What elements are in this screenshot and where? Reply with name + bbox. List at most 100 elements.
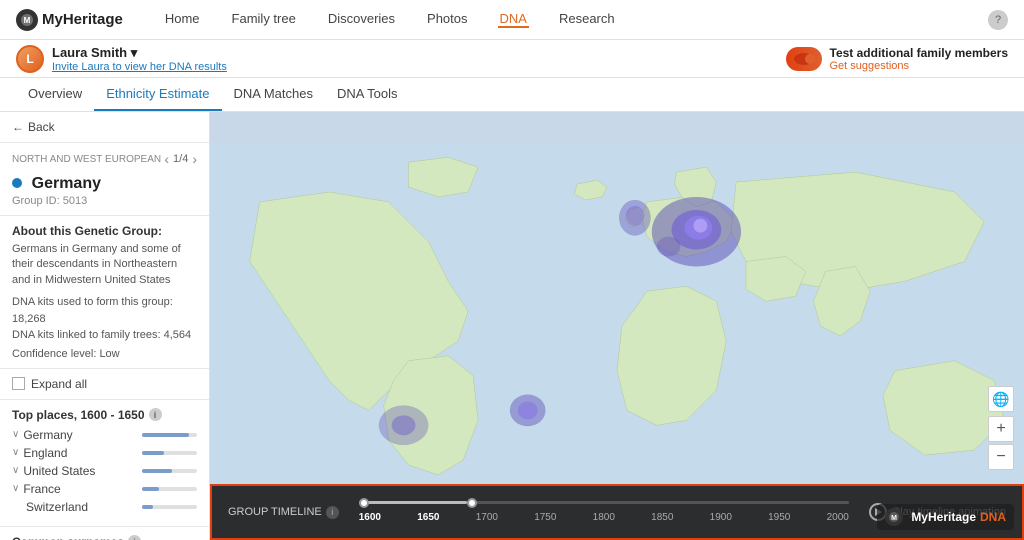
tick-1850: 1850 — [651, 512, 673, 523]
tick-1750: 1750 — [534, 512, 556, 523]
back-button[interactable]: ← Back — [12, 120, 197, 134]
avatar: L — [16, 45, 44, 73]
top-places-info-icon[interactable]: i — [149, 408, 162, 421]
slider-handle-right[interactable] — [467, 498, 477, 508]
place-united-states: ∨ United States — [12, 464, 197, 478]
expand-all-section: Expand all — [0, 369, 209, 400]
top-nav: M MyHeritage Home Family tree Discoverie… — [0, 0, 1024, 40]
group-nav: NORTH AND WEST EUROPEAN ‹ 1/4 › — [0, 143, 209, 171]
svg-text:M: M — [891, 515, 897, 522]
promo-icon — [786, 47, 822, 71]
group-name: Germany — [32, 175, 101, 192]
place-germany: ∨ Germany — [12, 428, 197, 442]
user-info: L Laura Smith ▾ Invite Laura to view her… — [16, 45, 227, 73]
tick-1700: 1700 — [476, 512, 498, 523]
tick-2000: 2000 — [827, 512, 849, 523]
top-places-section: Top places, 1600 - 1650 i ∨ Germany ∨ En… — [0, 400, 209, 527]
world-map — [210, 112, 1024, 540]
invite-link[interactable]: Invite Laura to view her DNA results — [52, 61, 227, 73]
chevron-down-icon: ∨ — [12, 429, 19, 440]
tab-dna-tools[interactable]: DNA Tools — [325, 78, 409, 111]
surnames-section: Common surnames i Schmidt — [0, 527, 209, 540]
zoom-out-button[interactable]: − — [988, 444, 1014, 470]
tick-1650: 1650 — [417, 512, 439, 523]
nav-family-tree[interactable]: Family tree — [230, 11, 298, 28]
timeline-info-icon[interactable]: i — [326, 506, 339, 519]
tab-bar: Overview Ethnicity Estimate DNA Matches … — [0, 78, 1024, 112]
nav-dna[interactable]: DNA — [498, 11, 529, 28]
chevron-down-icon: ∨ — [12, 483, 19, 494]
surnames-title: Common surnames i — [12, 535, 197, 540]
place-england: ∨ England — [12, 446, 197, 460]
map-area[interactable]: 🌐 + − GROUP TIMELINE i 1600 — [210, 112, 1024, 540]
promo-text: Test additional family members Get sugge… — [830, 46, 1009, 72]
tick-1600: 1600 — [359, 512, 381, 523]
tick-1800: 1800 — [593, 512, 615, 523]
chevron-down-icon: ∨ — [12, 465, 19, 476]
nav-home[interactable]: Home — [163, 11, 202, 28]
timeline-label: GROUP TIMELINE i — [228, 506, 339, 519]
group-page: 1/4 — [173, 153, 188, 165]
mh-logo-text: MyHeritage — [911, 510, 976, 524]
promo-title: Test additional family members — [830, 46, 1009, 60]
back-label: Back — [28, 120, 55, 134]
slider-range — [359, 501, 467, 504]
nav-items: Home Family tree Discoveries Photos DNA … — [163, 11, 988, 28]
prev-group-arrow[interactable]: ‹ — [164, 151, 169, 167]
top-places-title: Top places, 1600 - 1650 i — [12, 408, 197, 422]
logo-text: MyHeritage — [42, 11, 123, 28]
help-icon[interactable]: ? — [988, 10, 1008, 30]
nav-research[interactable]: Research — [557, 11, 617, 28]
group-nav-controls: ‹ 1/4 › — [164, 151, 197, 167]
tick-1900: 1900 — [710, 512, 732, 523]
expand-all-label[interactable]: Expand all — [31, 377, 87, 391]
nav-right: ? — [988, 10, 1008, 30]
germany-bar — [142, 433, 197, 437]
tab-overview[interactable]: Overview — [16, 78, 94, 111]
group-id: Group ID: 5013 — [12, 195, 197, 207]
logo-icon: M — [16, 9, 38, 31]
chevron-down-icon: ∨ — [12, 447, 19, 458]
slider-handle-left[interactable] — [359, 498, 369, 508]
nav-discoveries[interactable]: Discoveries — [326, 11, 397, 28]
group-name-section: Germany Group ID: 5013 — [0, 171, 209, 216]
globe-icon[interactable]: 🌐 — [988, 386, 1014, 412]
group-nav-label: NORTH AND WEST EUROPEAN — [12, 154, 161, 165]
sub-header: L Laura Smith ▾ Invite Laura to view her… — [0, 40, 1024, 78]
place-france: ∨ France — [12, 482, 197, 496]
about-stats: DNA kits used to form this group: 18,268… — [12, 294, 197, 344]
map-controls: 🌐 + − — [988, 386, 1014, 470]
sidebar: ← Back NORTH AND WEST EUROPEAN ‹ 1/4 › G… — [0, 112, 210, 540]
france-bar — [142, 487, 197, 491]
group-dot-icon — [12, 178, 22, 188]
tab-dna-matches[interactable]: DNA Matches — [222, 78, 325, 111]
sidebar-header: ← Back — [0, 112, 209, 143]
zoom-in-button[interactable]: + — [988, 416, 1014, 442]
england-bar — [142, 451, 197, 455]
user-name: Laura Smith ▾ — [52, 45, 227, 61]
next-group-arrow[interactable]: › — [192, 151, 197, 167]
dna-promo: Test additional family members Get sugge… — [786, 46, 1009, 72]
about-section: About this Genetic Group: Germans in Ger… — [0, 216, 209, 369]
nav-photos[interactable]: Photos — [425, 11, 469, 28]
about-title: About this Genetic Group: — [12, 224, 197, 238]
promo-link[interactable]: Get suggestions — [830, 60, 1009, 72]
about-text: Germans in Germany and some of their des… — [12, 242, 197, 288]
mh-logo-dna: DNA — [980, 510, 1006, 524]
timeline-ticks: 1600 1650 1700 1750 1800 1850 1900 1950 … — [359, 512, 849, 523]
group-title: Germany — [12, 175, 197, 193]
timeline-track[interactable]: 1600 1650 1700 1750 1800 1850 1900 1950 … — [359, 501, 849, 523]
main-content: ← Back NORTH AND WEST EUROPEAN ‹ 1/4 › G… — [0, 112, 1024, 540]
expand-all-checkbox[interactable] — [12, 377, 25, 390]
logo: M MyHeritage — [16, 9, 123, 31]
tick-1950: 1950 — [768, 512, 790, 523]
usa-bar — [142, 469, 197, 473]
slider-track — [359, 501, 849, 504]
svg-text:M: M — [24, 16, 31, 25]
timeline-slider[interactable] — [359, 501, 849, 504]
myheritage-dna-logo: M MyHeritage DNA — [877, 504, 1014, 530]
mh-logo-icon: M — [885, 508, 903, 526]
back-arrow-icon: ← — [12, 120, 24, 134]
surnames-info-icon[interactable]: i — [128, 535, 141, 540]
tab-ethnicity-estimate[interactable]: Ethnicity Estimate — [94, 78, 221, 111]
